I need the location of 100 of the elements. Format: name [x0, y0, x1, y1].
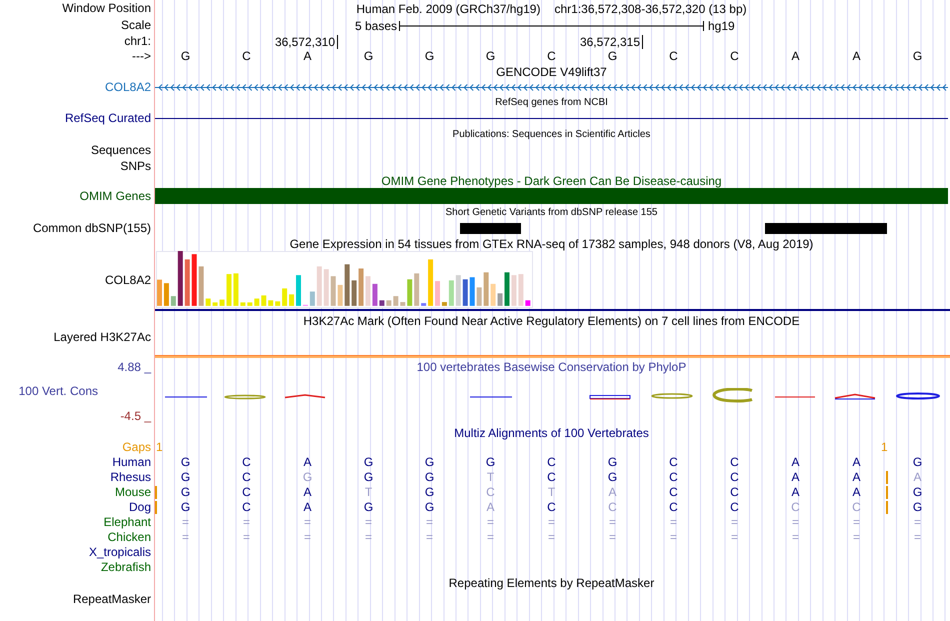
assembly-text: Human Feb. 2009 (GRCh37/hg19) — [356, 2, 540, 16]
aligned-base: T — [486, 470, 496, 485]
aligned-base: = — [546, 530, 556, 545]
aligned-base: = — [912, 515, 922, 530]
aligned-base: = — [790, 515, 800, 530]
aligned-base: T — [546, 485, 556, 500]
aligned-base: G — [424, 470, 436, 485]
scale-text: 5 bases — [354, 18, 398, 32]
aligned-base: = — [608, 515, 617, 530]
aligned-base: C — [851, 500, 862, 515]
variant-bar — [460, 222, 521, 234]
base-letter: G — [180, 49, 192, 64]
track-label[interactable]: COL8A2 — [104, 272, 151, 288]
aligned-base: A — [912, 470, 922, 485]
base-letter: A — [851, 49, 862, 64]
assembly-name: hg19 — [707, 18, 736, 32]
track-title: 100 vertebrates Basewise Conservation by PhyloP — [416, 360, 686, 375]
aligned-base: C — [729, 500, 740, 515]
aligned-base: G — [912, 500, 924, 515]
aligned-base: C — [546, 500, 557, 515]
aligned-base: = — [302, 515, 312, 530]
coordinate-tick: 36,572,310 — [274, 34, 338, 48]
aligned-base: = — [912, 530, 922, 545]
aligned-base: G — [912, 485, 924, 500]
base-letter: G — [912, 49, 924, 64]
aligned-base: = — [608, 530, 617, 545]
aligned-base: C — [668, 500, 679, 515]
aligned-base: A — [790, 455, 800, 470]
aligned-base: C — [546, 455, 557, 470]
species-name: X_tropicalis — [88, 545, 151, 560]
track-title: Gene Expression in 54 tissues from GTEx RNA-seq of 17382 samples, 948 donors (V8, Aug 2019) — [290, 236, 814, 250]
aligned-base: G — [180, 470, 192, 485]
row-label: Window Position — [62, 1, 151, 16]
base-letter: G — [362, 49, 374, 64]
aligned-base: A — [302, 500, 312, 515]
base-letter: A — [302, 49, 312, 64]
aligned-base: A — [790, 485, 800, 500]
aligned-base: C — [485, 485, 496, 500]
aligned-base: A — [851, 485, 862, 500]
aligned-base: G — [484, 455, 496, 470]
track-label[interactable]: Common dbSNP(155) — [32, 220, 151, 236]
base-letter: G — [424, 49, 436, 64]
coordinate-tick: 36,572,315 — [580, 34, 643, 48]
aligned-base: G — [180, 500, 192, 515]
aligned-base: C — [668, 455, 679, 470]
aligned-base: C — [241, 485, 252, 500]
aligned-base: G — [606, 470, 618, 485]
track-title: H3K27Ac Mark (Often Found Near Active Regulatory Elements) on 7 cell lines from ENCODE — [303, 314, 800, 328]
track-label[interactable]: COL8A2 — [104, 80, 151, 95]
track-label[interactable]: Layered H3K27Ac — [54, 330, 151, 345]
aligned-base: = — [486, 530, 495, 545]
track-title: Multiz Alignments of 100 Vertebrates — [454, 426, 649, 440]
row-label: chr1: — [124, 34, 151, 49]
aligned-base: = — [668, 530, 678, 545]
base-letter: A — [790, 49, 800, 64]
base-letter: C — [729, 49, 740, 64]
aligned-base: = — [852, 530, 861, 545]
aligned-base: G — [424, 455, 436, 470]
aligned-base: C — [729, 455, 740, 470]
track-label[interactable]: RefSeq Curated — [64, 110, 151, 126]
aligned-base: A — [851, 455, 862, 470]
aligned-base: = — [180, 530, 190, 545]
aligned-base: G — [912, 455, 924, 470]
base-letter: C — [241, 49, 252, 64]
base-letter: C — [546, 49, 557, 64]
aligned-base: C — [668, 470, 679, 485]
aligned-base: = — [730, 530, 739, 545]
aligned-base: = — [546, 515, 556, 530]
track-title: OMIM Gene Phenotypes - Dark Green Can Be Disease-causing — [381, 174, 722, 188]
track-label[interactable]: 100 Vert. Cons — [18, 384, 98, 399]
aligned-base: A — [607, 485, 618, 500]
track-label[interactable]: RepeatMasker — [72, 592, 151, 606]
aligned-base: C — [241, 470, 252, 485]
aligned-base: A — [851, 470, 862, 485]
base-letter: G — [484, 49, 496, 64]
track-label[interactable]: SNPs — [120, 158, 151, 174]
aligned-base: G — [180, 485, 192, 500]
axis-max-label: 4.88 _ — [118, 360, 151, 375]
aligned-base: C — [241, 455, 252, 470]
aligned-base: C — [790, 500, 801, 515]
axis-min-label: -4.5 _ — [120, 409, 151, 424]
base-letter: G — [606, 49, 618, 64]
species-name: Mouse — [114, 485, 151, 500]
track-title: Repeating Elements by RepeatMasker — [448, 576, 654, 590]
track-title: Publications: Sequences in Scientific Articles — [452, 128, 650, 140]
aligned-base: G — [606, 455, 618, 470]
aligned-base: = — [180, 515, 190, 530]
aligned-base: = — [242, 515, 251, 530]
aligned-base: C — [607, 500, 618, 515]
track-label[interactable]: OMIM Genes — [80, 188, 151, 204]
aligned-base: A — [302, 455, 312, 470]
track-title: RefSeq genes from NCBI — [495, 97, 608, 108]
track-label[interactable]: Sequences — [90, 142, 151, 158]
aligned-base: G — [362, 500, 374, 515]
aligned-base: G — [424, 500, 436, 515]
species-name: Elephant — [104, 515, 151, 530]
aligned-base: C — [241, 500, 252, 515]
track-title: GENCODE V49lift37 — [496, 65, 607, 79]
aligned-base: C — [546, 470, 557, 485]
species-name: Rhesus — [110, 470, 151, 485]
